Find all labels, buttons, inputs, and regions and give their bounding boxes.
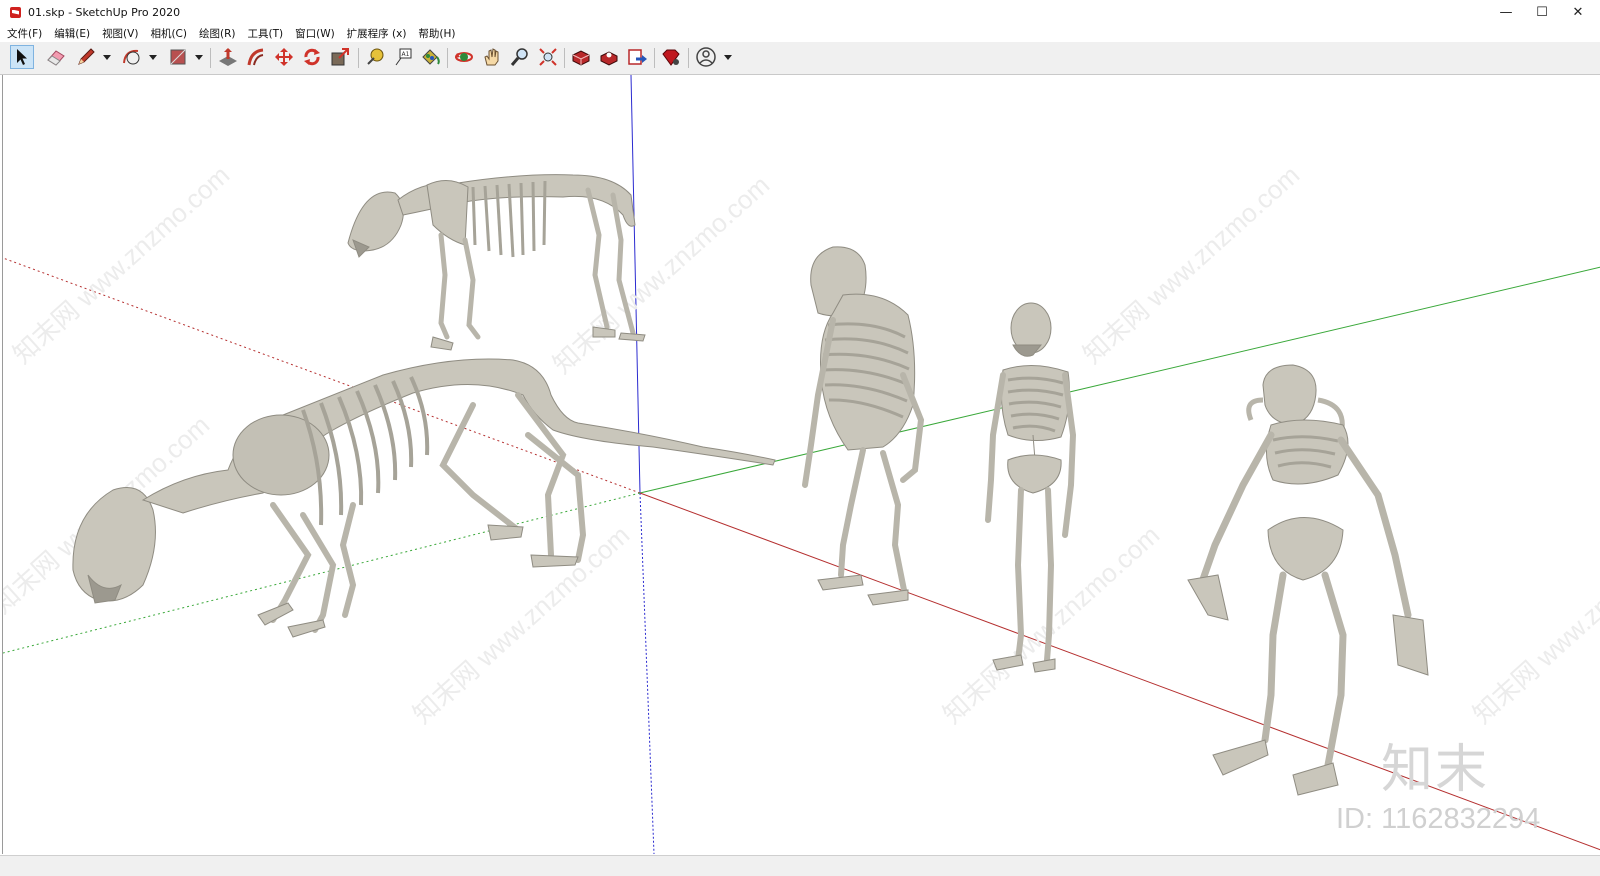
zoom-tool-icon[interactable] — [508, 45, 532, 69]
toolbar-separator — [688, 48, 689, 68]
menu-view[interactable]: 视图(V) — [96, 26, 144, 41]
close-button[interactable]: ✕ — [1558, 0, 1598, 24]
orbit-tool-icon[interactable] — [452, 45, 476, 69]
3d-warehouse-icon[interactable] — [569, 45, 593, 69]
menu-edit[interactable]: 编辑(E) — [48, 26, 96, 41]
zoom-extents-tool-icon[interactable] — [536, 45, 560, 69]
toolbar-separator — [358, 48, 359, 68]
large-tool-set-toolbar: A1 — [0, 42, 1600, 75]
scale-tool-icon[interactable] — [328, 45, 352, 69]
watermark-logo: 知末 — [1381, 740, 1490, 800]
status-bar — [0, 855, 1600, 876]
watermark-id: ID: 1162832294 — [1336, 803, 1541, 835]
menu-bar: 文件(F) 编辑(E) 视图(V) 相机(C) 绘图(R) 工具(T) 窗口(W… — [0, 24, 1600, 42]
maximize-button[interactable]: ☐ — [1522, 0, 1562, 24]
svg-text:A1: A1 — [402, 51, 410, 58]
menu-draw[interactable]: 绘图(R) — [193, 26, 242, 41]
push-pull-tool-icon[interactable] — [216, 45, 240, 69]
toolbar-separator — [210, 48, 211, 68]
text-tool-icon[interactable]: A1 — [391, 45, 415, 69]
select-tool-icon[interactable] — [10, 45, 34, 69]
toolbar-separator — [564, 48, 565, 68]
model-viewport[interactable]: 知末网 www.znzmo.com 知末网 www.znzmo.com 知末网 … — [2, 75, 1600, 854]
pan-tool-icon[interactable] — [480, 45, 504, 69]
tape-measure-tool-icon[interactable] — [363, 45, 387, 69]
account-dropdown-chevron-icon[interactable] — [724, 55, 732, 60]
scene-canvas: 知末网 www.znzmo.com 知末网 www.znzmo.com 知末网 … — [3, 75, 1600, 854]
rotate-tool-icon[interactable] — [300, 45, 324, 69]
sketchup-app-icon — [10, 6, 21, 18]
pencil-dropdown-chevron-icon[interactable] — [103, 55, 111, 60]
rectangle-tool-icon[interactable] — [166, 45, 190, 69]
offset-tool-icon[interactable] — [244, 45, 268, 69]
diagonal-watermark: 知末网 www.znzmo.com — [1077, 160, 1305, 370]
minimize-button[interactable]: — — [1486, 0, 1526, 24]
extension-warehouse-icon[interactable] — [597, 45, 621, 69]
blue-axis-negative-line — [639, 492, 655, 854]
arc-dropdown-chevron-icon[interactable] — [149, 55, 157, 60]
ruby-console-icon[interactable] — [659, 45, 683, 69]
menu-window[interactable]: 窗口(W) — [289, 26, 341, 41]
diagonal-watermark: 知末网 www.znzmo.com — [7, 160, 235, 370]
window-title: 01.skp - SketchUp Pro 2020 — [28, 5, 181, 19]
layout-send-icon[interactable] — [625, 45, 649, 69]
menu-help[interactable]: 帮助(H) — [412, 26, 461, 41]
account-icon[interactable] — [694, 45, 718, 69]
green-axis-line — [639, 266, 1600, 494]
move-tool-icon[interactable] — [272, 45, 296, 69]
pencil-line-tool-icon[interactable] — [74, 45, 98, 69]
menu-file[interactable]: 文件(F) — [0, 26, 48, 41]
menu-extensions[interactable]: 扩展程序 (x) — [341, 26, 413, 41]
paint-bucket-tool-icon[interactable] — [418, 45, 442, 69]
eraser-tool-icon[interactable] — [44, 45, 68, 69]
diagonal-watermark: 知末网 www.znzmo.com — [407, 520, 635, 730]
diagonal-watermark: 知末网 www.znzmo.com — [547, 170, 775, 380]
toolbar-separator — [447, 48, 448, 68]
toolbar-separator — [654, 48, 655, 68]
title-bar: 01.skp - SketchUp Pro 2020 — ☐ ✕ — [0, 0, 1600, 24]
shape-dropdown-chevron-icon[interactable] — [195, 55, 203, 60]
diagonal-watermark: 知末网 www.znzmo.com — [1467, 520, 1600, 730]
arc-tool-icon[interactable] — [120, 45, 144, 69]
crouching-cat-skeleton[interactable] — [72, 358, 776, 638]
menu-tools[interactable]: 工具(T) — [241, 26, 289, 41]
menu-camera[interactable]: 相机(C) — [144, 26, 193, 41]
upright-bear-skeleton[interactable] — [802, 246, 925, 606]
